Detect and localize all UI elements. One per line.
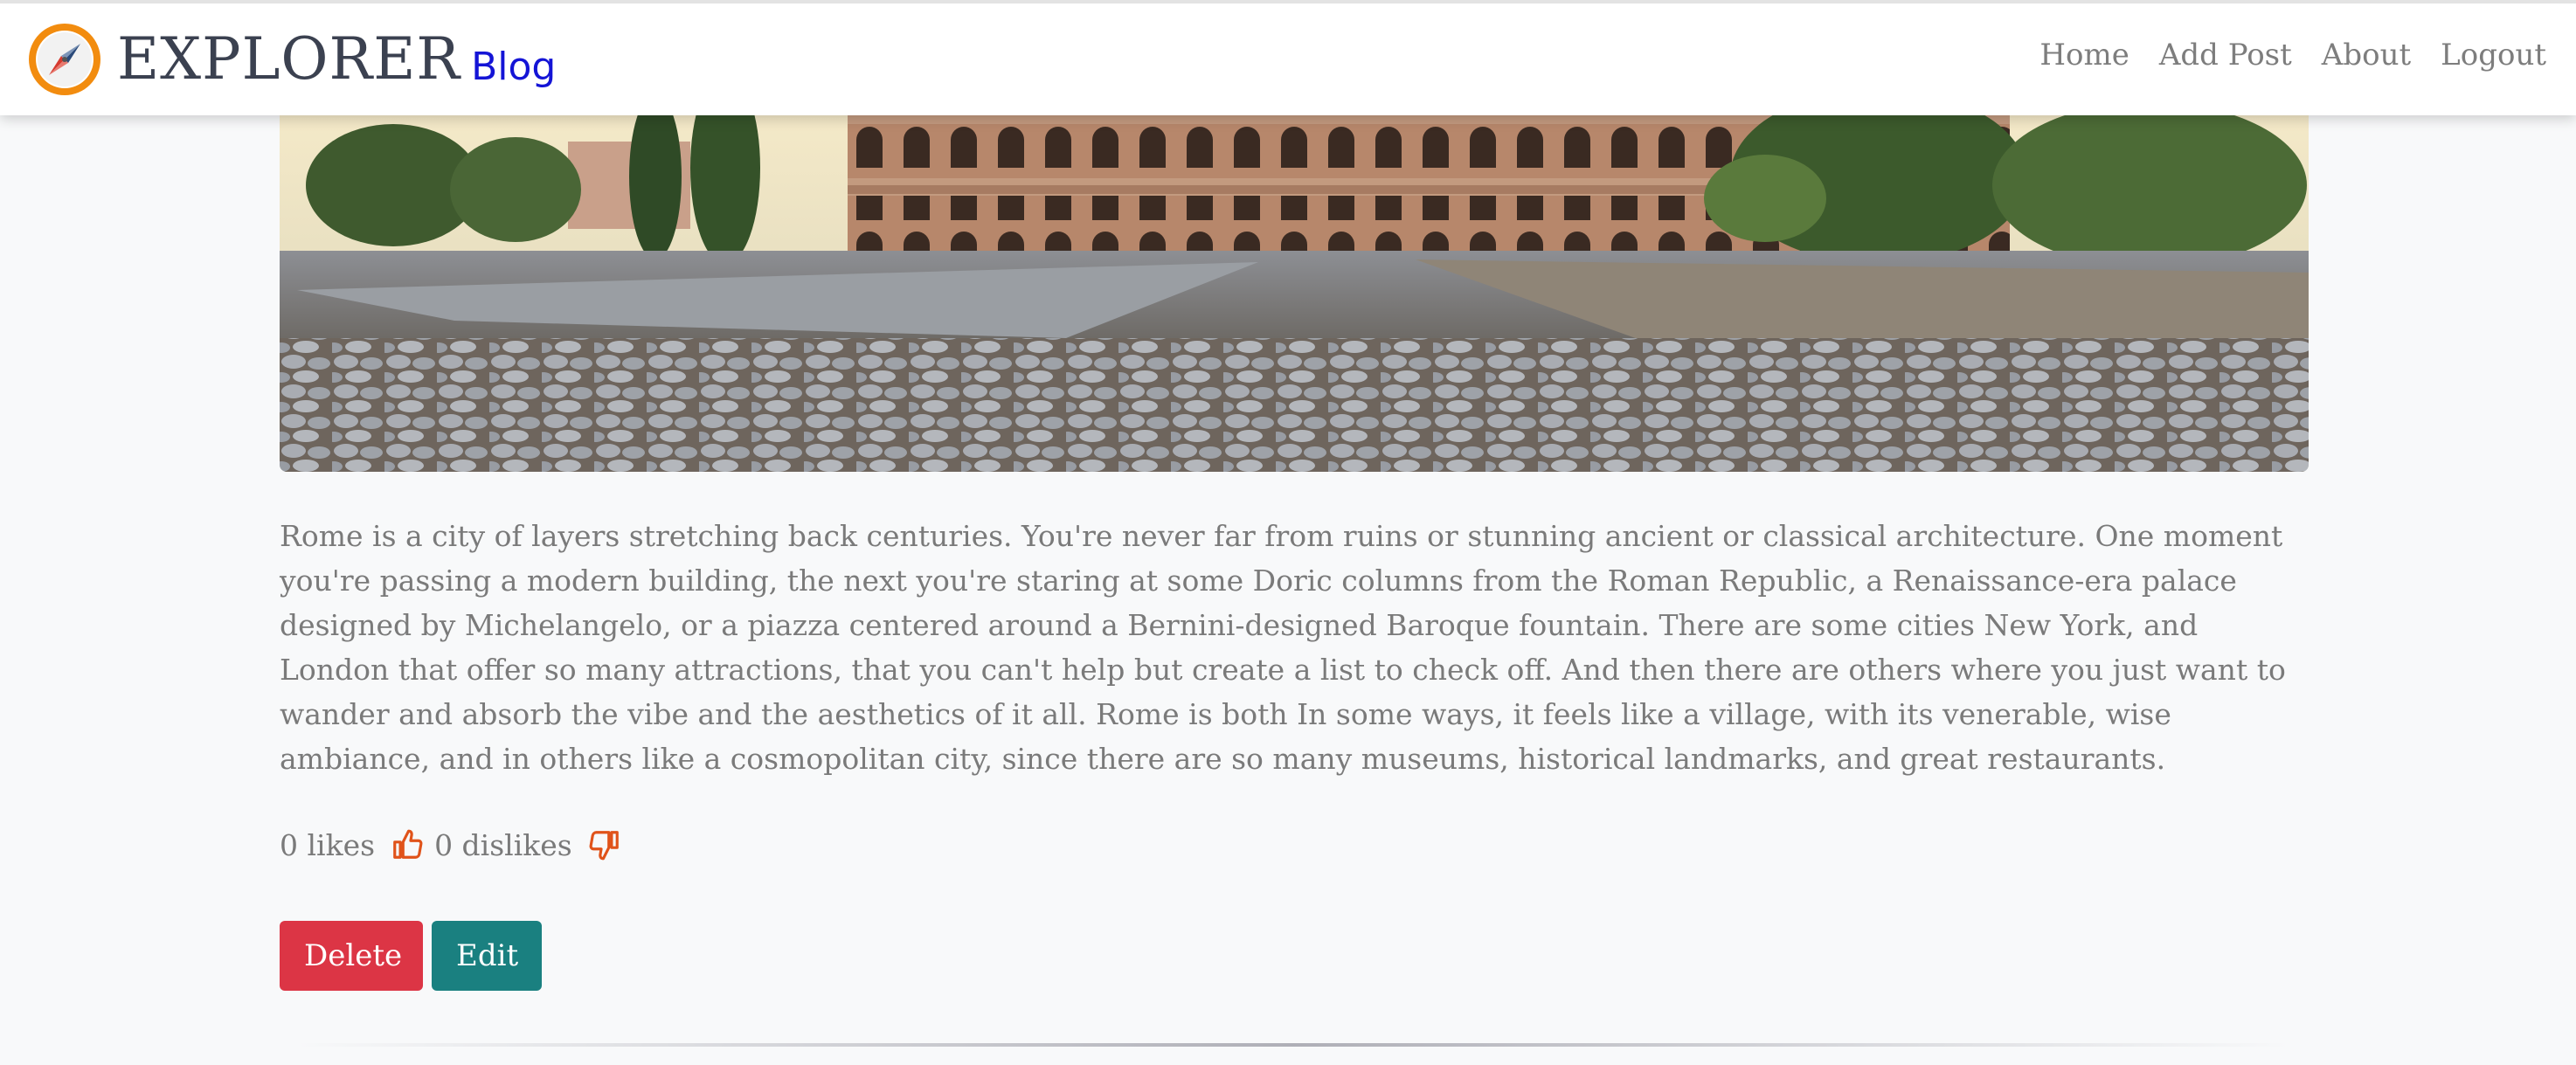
likes-count: 0 likes <box>280 827 376 862</box>
post-actions: Delete Edit <box>280 921 542 991</box>
brand-name: EXPLORER <box>117 25 461 93</box>
nav-about[interactable]: About <box>2322 40 2411 70</box>
post-hero-image <box>280 115 2309 472</box>
delete-button[interactable]: Delete <box>280 921 423 991</box>
reactions: 0 likes 0 dislikes <box>280 828 632 861</box>
brand[interactable]: EXPLORER Blog <box>26 16 556 103</box>
nav-links: Home Add Post About Logout <box>2039 40 2546 70</box>
divider <box>297 1043 2289 1047</box>
edit-button[interactable]: Edit <box>432 921 542 991</box>
dislikes-count: 0 dislikes <box>434 827 572 862</box>
nav-add-post[interactable]: Add Post <box>2159 40 2292 70</box>
nav-home[interactable]: Home <box>2039 40 2129 70</box>
post-body: Rome is a city of layers stretching back… <box>280 519 2286 776</box>
thumbs-up-icon[interactable] <box>391 828 424 861</box>
brand-subtitle: Blog <box>471 45 557 89</box>
nav-logout[interactable]: Logout <box>2441 40 2546 70</box>
thumbs-down-icon[interactable] <box>588 828 621 861</box>
compass-icon <box>29 24 100 95</box>
navbar: EXPLORER Blog Home Add Post About Logout <box>0 0 2576 115</box>
